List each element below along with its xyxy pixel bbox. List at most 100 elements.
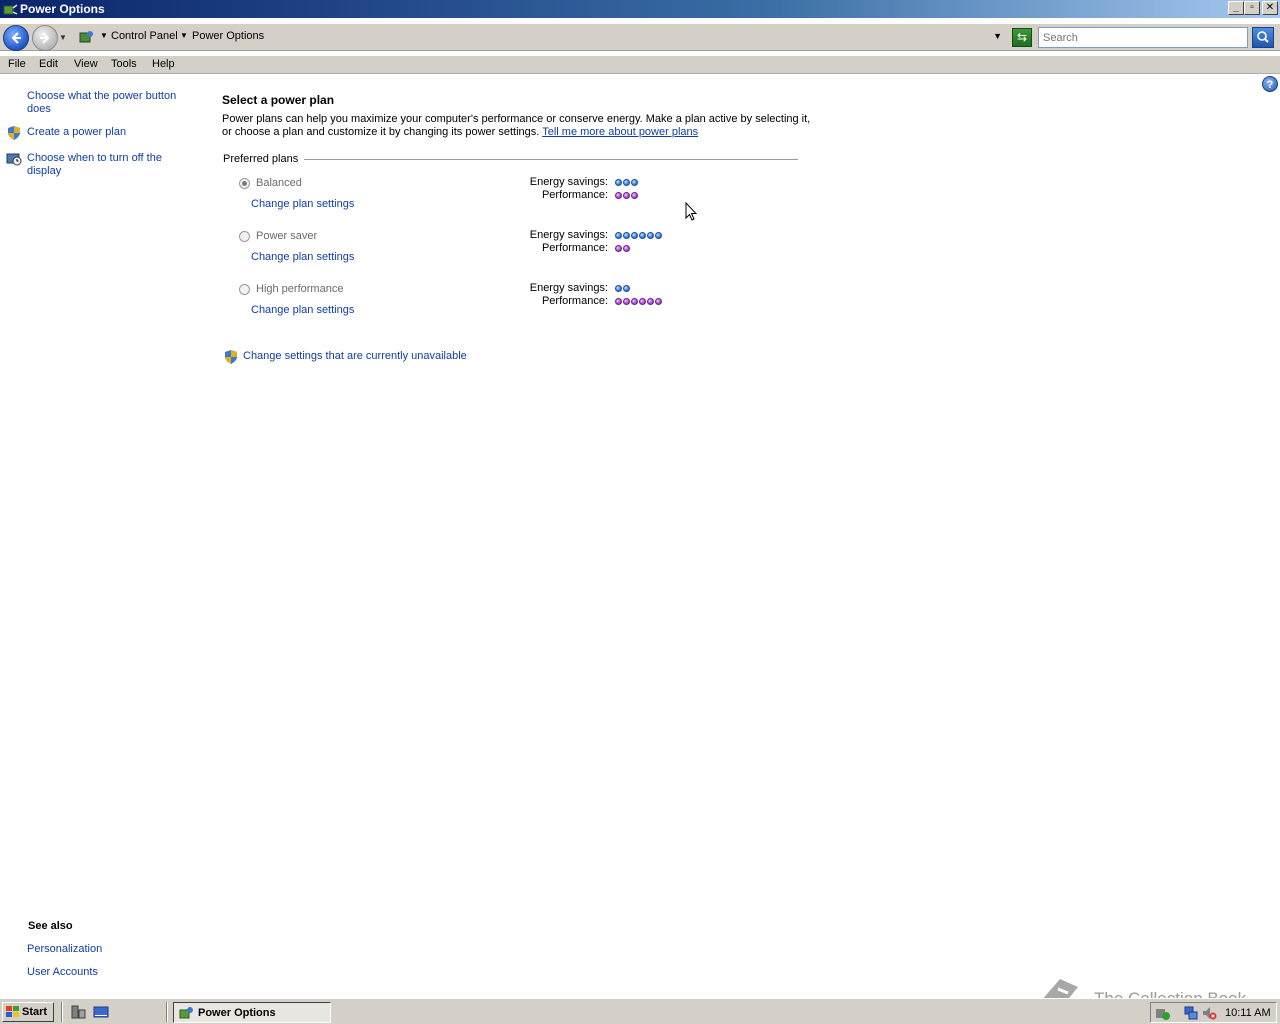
refresh-button[interactable]: ⇆ — [1012, 28, 1032, 47]
plan-name-high-performance[interactable]: High performance — [256, 283, 343, 295]
show-desktop-icon[interactable] — [93, 1004, 109, 1020]
see-also-heading: See also — [28, 920, 73, 932]
energy-savings-label: Energy savings: — [529, 229, 608, 241]
taskbar-separator — [61, 1002, 63, 1022]
taskbar-item-label: Power Options — [198, 1007, 276, 1019]
search-icon — [1257, 31, 1269, 43]
energy-dot — [655, 232, 662, 239]
energy-rating-balanced — [615, 179, 639, 187]
network-icon[interactable] — [1183, 1005, 1199, 1021]
minimize-button[interactable]: _ — [1228, 1, 1244, 15]
address-dropdown-icon[interactable]: ▼ — [993, 31, 1002, 41]
energy-dot — [615, 232, 622, 239]
shield-icon — [8, 126, 20, 140]
start-label: Start — [22, 1006, 48, 1018]
task-power-button[interactable]: Choose what the power button does — [27, 90, 187, 116]
performance-rating-power-saver — [615, 245, 631, 253]
shield-icon — [225, 350, 237, 364]
taskbar-item-power-options[interactable]: Power Options — [173, 1002, 331, 1023]
radio-high-performance[interactable] — [239, 284, 250, 295]
preferred-plans-label: Preferred plans — [223, 153, 299, 165]
performance-dot — [615, 245, 622, 252]
mouse-cursor-icon — [685, 202, 697, 221]
help-icon[interactable]: ? — [1262, 76, 1278, 92]
performance-label: Performance: — [541, 295, 608, 307]
restore-button[interactable]: ▫ — [1244, 1, 1260, 15]
system-tray: 10:11 AM — [1150, 1002, 1277, 1023]
description-text: Power plans can help you maximize your c… — [222, 113, 811, 138]
performance-dot — [631, 192, 638, 199]
title-bar[interactable]: Power Options _ ▫ ✕ — [0, 0, 1280, 18]
search-button[interactable] — [1252, 27, 1274, 48]
radio-selected-dot — [242, 181, 247, 186]
performance-dot — [623, 192, 630, 199]
performance-label: Performance: — [541, 189, 608, 201]
energy-dot — [623, 285, 630, 292]
address-field[interactable]: ▼ Control Panel ▼ Power Options ▼ — [74, 26, 1008, 48]
history-dropdown-icon[interactable]: ▼ — [59, 33, 67, 42]
see-also-personalization[interactable]: Personalization — [27, 943, 102, 955]
energy-dot — [623, 179, 630, 186]
energy-dot — [615, 179, 622, 186]
energy-dot — [631, 179, 638, 186]
menu-edit[interactable]: Edit — [39, 58, 58, 70]
performance-dot — [639, 298, 646, 305]
performance-dot — [615, 192, 622, 199]
plan-name-power-saver[interactable]: Power saver — [256, 230, 317, 242]
energy-savings-label: Energy savings: — [529, 282, 608, 294]
task-turn-off-display[interactable]: Choose when to turn off the display — [27, 152, 187, 178]
energy-dot — [623, 232, 630, 239]
power-options-icon — [179, 1007, 193, 1019]
clock-monitor-icon — [6, 153, 22, 166]
back-arrow-icon — [11, 32, 21, 44]
radio-balanced[interactable] — [239, 178, 250, 189]
menu-bar: File Edit View Tools Help — [0, 56, 1280, 74]
performance-dot — [655, 298, 662, 305]
server-manager-icon[interactable] — [70, 1004, 86, 1020]
performance-dot — [615, 298, 622, 305]
back-button[interactable] — [3, 25, 29, 51]
energy-rating-high-performance — [615, 285, 631, 293]
change-plan-settings-high-performance[interactable]: Change plan settings — [251, 304, 354, 316]
volume-muted-icon[interactable] — [1201, 1005, 1217, 1021]
forward-button[interactable] — [32, 25, 58, 51]
power-options-icon — [3, 4, 18, 15]
energy-dot — [631, 232, 638, 239]
windows-flag-icon — [6, 1006, 19, 1017]
change-unavailable-settings-link[interactable]: Change settings that are currently unava… — [243, 350, 467, 362]
radio-power-saver[interactable] — [239, 231, 250, 242]
energy-dot — [639, 232, 646, 239]
page-title: Select a power plan — [222, 93, 335, 107]
forward-arrow-icon — [40, 32, 50, 44]
security-icon[interactable] — [1155, 1005, 1171, 1021]
energy-dot — [615, 285, 622, 292]
search-input[interactable] — [1038, 27, 1248, 48]
breadcrumb-power-options[interactable]: Power Options — [192, 30, 264, 42]
performance-dot — [647, 298, 654, 305]
breadcrumb-control-panel[interactable]: Control Panel — [111, 30, 178, 42]
close-button[interactable]: ✕ — [1262, 1, 1278, 15]
energy-savings-label: Energy savings: — [529, 176, 608, 188]
divider — [304, 159, 798, 160]
performance-dot — [623, 298, 630, 305]
plan-name-balanced[interactable]: Balanced — [256, 177, 302, 189]
taskbar-separator — [166, 1002, 168, 1022]
clock[interactable]: 10:11 AM — [1225, 1007, 1271, 1019]
menu-file[interactable]: File — [8, 58, 26, 70]
change-plan-settings-power-saver[interactable]: Change plan settings — [251, 251, 354, 263]
task-create-plan[interactable]: Create a power plan — [27, 126, 126, 139]
performance-dot — [631, 298, 638, 305]
menu-tools[interactable]: Tools — [111, 58, 137, 70]
performance-rating-high-performance — [615, 298, 663, 306]
learn-more-link[interactable]: Tell me more about power plans — [542, 126, 698, 138]
chevron-down-icon[interactable]: ▼ — [100, 31, 108, 40]
change-plan-settings-balanced[interactable]: Change plan settings — [251, 198, 354, 210]
see-also-user-accounts[interactable]: User Accounts — [27, 966, 98, 978]
chevron-down-icon[interactable]: ▼ — [180, 31, 188, 40]
menu-view[interactable]: View — [74, 58, 98, 70]
menu-help[interactable]: Help — [152, 58, 175, 70]
energy-rating-power-saver — [615, 232, 663, 240]
start-button[interactable]: Start — [2, 1002, 54, 1022]
page-description: Power plans can help you maximize your c… — [222, 113, 812, 139]
performance-dot — [623, 245, 630, 252]
